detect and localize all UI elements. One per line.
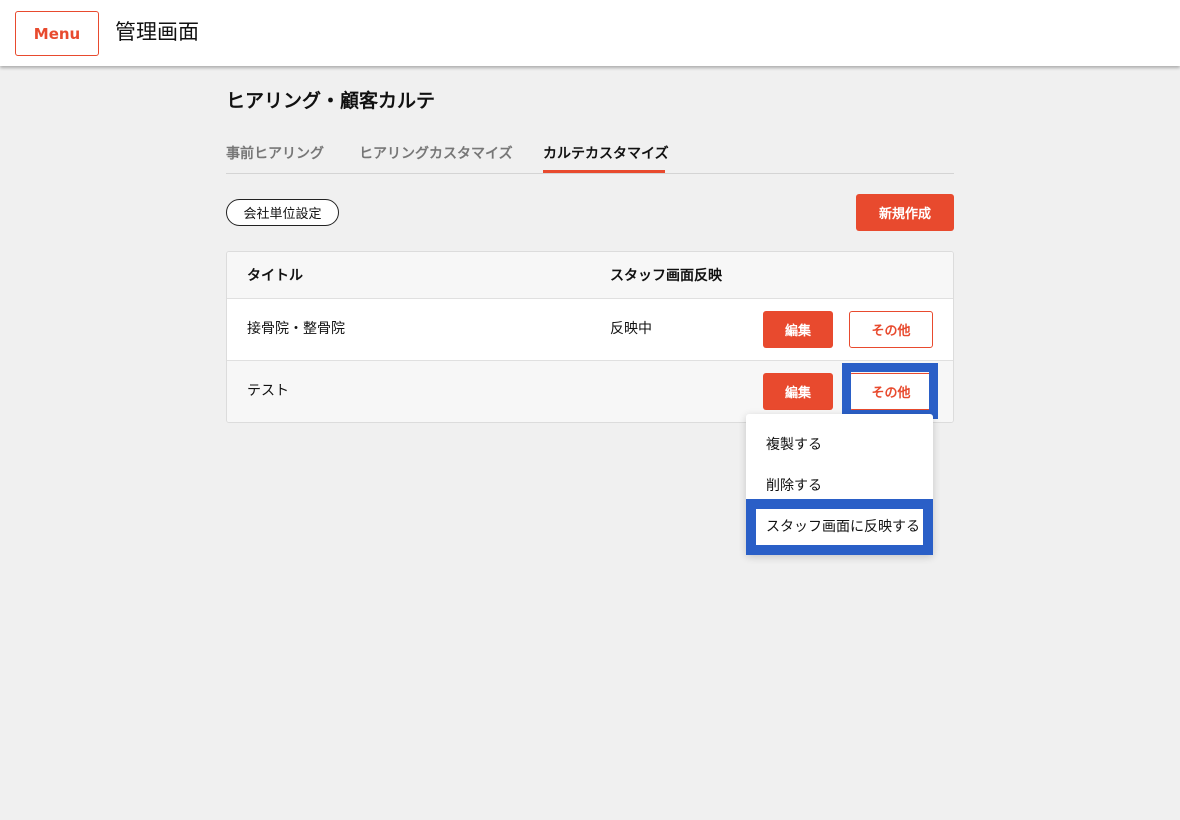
column-header-staff-reflection: スタッフ画面反映 — [610, 268, 722, 284]
new-create-button[interactable]: 新規作成 — [856, 194, 954, 231]
app-title: 管理画面 — [115, 20, 199, 44]
menu-button[interactable]: Menu — [15, 11, 99, 56]
tab-pre-hearing[interactable]: 事前ヒアリング — [226, 144, 324, 164]
edit-button[interactable]: 編集 — [763, 373, 833, 410]
other-button[interactable]: その他 — [849, 373, 933, 410]
tab-hearing-customize[interactable]: ヒアリングカスタマイズ — [359, 144, 513, 164]
tab-bar: 事前ヒアリング ヒアリングカスタマイズ カルテカスタマイズ — [226, 140, 954, 174]
top-bar: Menu 管理画面 — [0, 0, 1180, 66]
column-header-title: タイトル — [247, 268, 303, 284]
karte-table: タイトル スタッフ画面反映 接骨院・整骨院 反映中 編集 その他 テスト 編集 … — [226, 251, 954, 423]
table-row: 接骨院・整骨院 反映中 編集 その他 — [227, 299, 953, 361]
other-button[interactable]: その他 — [849, 311, 933, 348]
page-title: ヒアリング・顧客カルテ — [226, 90, 436, 112]
menu-item-reflect-to-staff[interactable]: スタッフ画面に反映する — [746, 505, 933, 546]
company-setting-button[interactable]: 会社単位設定 — [226, 199, 339, 226]
table-header: タイトル スタッフ画面反映 — [227, 252, 953, 299]
row-reflection-status: 反映中 — [610, 321, 652, 337]
menu-item-delete[interactable]: 削除する — [746, 464, 933, 505]
edit-button[interactable]: 編集 — [763, 311, 833, 348]
menu-item-duplicate[interactable]: 複製する — [746, 423, 933, 464]
row-title: テスト — [247, 383, 289, 399]
tab-karte-customize[interactable]: カルテカスタマイズ — [543, 144, 669, 164]
row-title: 接骨院・整骨院 — [247, 321, 345, 337]
active-tab-indicator — [543, 170, 665, 173]
other-dropdown-menu: 複製する 削除する スタッフ画面に反映する — [746, 414, 933, 555]
